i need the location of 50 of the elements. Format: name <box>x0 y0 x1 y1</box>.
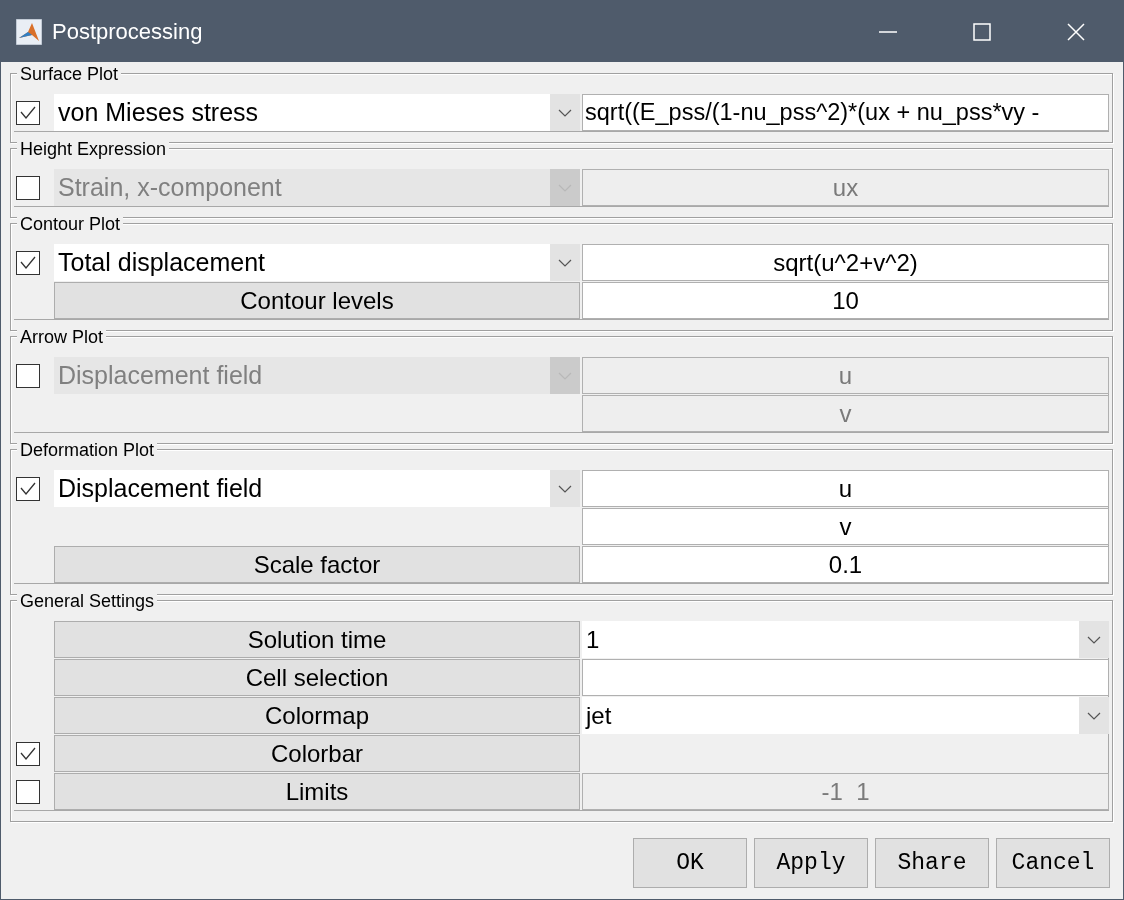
checkbox[interactable] <box>16 363 40 388</box>
checkbox[interactable] <box>16 100 40 125</box>
window-title: Postprocessing <box>52 18 204 45</box>
dropdown[interactable]: jet <box>582 697 1109 734</box>
chevron-icon <box>1087 711 1101 720</box>
minimize-icon <box>879 30 897 33</box>
checkbox[interactable] <box>16 175 40 200</box>
close-icon <box>1067 22 1085 41</box>
dialog-button[interactable]: Cancel <box>996 838 1110 888</box>
app-logo-icon <box>16 18 42 45</box>
input-field[interactable]: v <box>582 508 1109 545</box>
input-field[interactable]: sqrt((E_pss/(1-nu_pss^2)*(ux + nu_pss*vy - <box>582 94 1109 131</box>
input-field[interactable] <box>582 659 1109 696</box>
check-mark-icon <box>20 256 36 269</box>
setting-label: Contour levels <box>54 282 580 319</box>
dropdown[interactable]: 1 <box>582 621 1109 658</box>
dropdown[interactable]: Total displacement <box>54 244 580 281</box>
section-title: Contour Plot <box>17 215 124 233</box>
setting-label: Solution time <box>54 621 580 658</box>
maximize-icon <box>973 22 991 41</box>
check-mark-icon <box>20 482 36 495</box>
checkbox[interactable] <box>16 779 40 804</box>
dropdown[interactable]: Displacement field <box>54 470 580 507</box>
setting-label: Colormap <box>54 697 580 734</box>
checkbox[interactable] <box>16 476 40 501</box>
check-mark-icon <box>20 747 36 760</box>
dialog-button[interactable]: Share <box>875 838 989 888</box>
input-field[interactable]: 10 <box>582 282 1109 319</box>
input-field[interactable]: sqrt(u^2+v^2) <box>582 244 1109 281</box>
dropdown[interactable]: von Mieses stress <box>54 94 580 131</box>
setting-label: Cell selection <box>54 659 580 696</box>
dialog-button[interactable]: OK <box>633 838 747 888</box>
check-mark-icon <box>20 106 36 119</box>
chevron-icon <box>558 484 572 493</box>
checkbox[interactable] <box>16 250 40 275</box>
section-title: General Settings <box>17 592 158 610</box>
chevron-icon <box>1087 635 1101 644</box>
section-title: Surface Plot <box>17 65 122 83</box>
input-field[interactable]: 0.1 <box>582 546 1109 583</box>
checkbox[interactable] <box>16 741 40 766</box>
section-title: Deformation Plot <box>17 441 158 459</box>
section-title: Height Expression <box>17 140 170 158</box>
section-title: Arrow Plot <box>17 328 107 346</box>
input-field[interactable]: u <box>582 470 1109 507</box>
setting-label: Colorbar <box>54 735 580 772</box>
chevron-icon <box>558 108 572 117</box>
setting-label: Scale factor <box>54 546 580 583</box>
chevron-icon <box>558 258 572 267</box>
setting-label: Limits <box>54 773 580 810</box>
dialog-button[interactable]: Apply <box>754 838 868 888</box>
